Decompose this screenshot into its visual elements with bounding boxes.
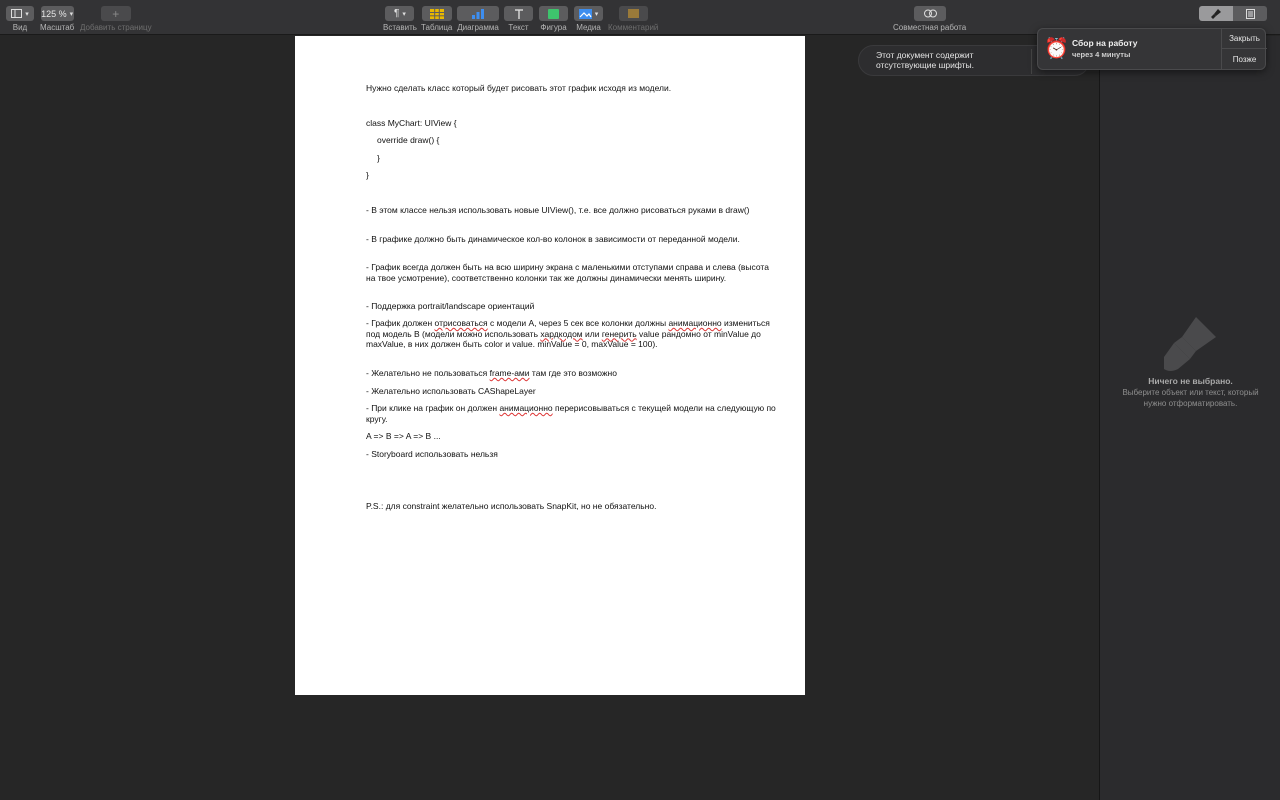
collaborate-control[interactable]: Совместная работа (893, 6, 966, 32)
media-label: Медиа (576, 23, 601, 32)
table-icon (429, 8, 444, 19)
notification-actions: Закрыть Позже (1221, 29, 1267, 69)
add-page-label: Добавить страницу (80, 23, 152, 32)
tab-format[interactable] (1199, 6, 1233, 21)
image-icon (578, 8, 592, 19)
comment-icon (627, 9, 639, 18)
text-run: с модели А, через 5 сек все колонки долж… (487, 318, 669, 328)
media-control[interactable]: ▾ Медиа (574, 6, 603, 32)
chevron-down-icon: ▾ (402, 10, 406, 18)
zoom-label: Масштаб (40, 23, 75, 32)
chart-button[interactable] (457, 6, 499, 21)
paintbrush-icon (1164, 317, 1216, 371)
table-button[interactable] (421, 6, 452, 21)
later-button[interactable]: Позже (1222, 49, 1267, 69)
reminder-notification[interactable]: ⏰ Сбор на работу через 4 минуты Закрыть … (1037, 28, 1267, 70)
misspelled-word[interactable]: анимационно (668, 318, 721, 328)
paragraph: - Storyboard использовать нельзя (366, 449, 498, 459)
misspelled-word[interactable]: хардкодом (540, 329, 582, 339)
paragraph: - При клике на график он должен анимацио… (366, 403, 776, 424)
text-run: - Желательно не пользоваться (366, 368, 490, 378)
chevron-down-icon: ▾ (594, 10, 599, 18)
collaborate-icon (923, 9, 937, 18)
tab-document[interactable] (1233, 6, 1267, 21)
paragraph: - В этом классе нельзя использовать новы… (366, 205, 750, 215)
alarm-clock-icon: ⏰ (1044, 38, 1069, 60)
paragraph-intro: Нужно сделать класс который будет рисова… (366, 83, 672, 93)
comment-control[interactable]: Комментарий (608, 6, 658, 32)
add-page-control[interactable]: + Добавить страницу (80, 6, 152, 32)
view-control[interactable]: ▾ Вид (6, 6, 34, 32)
text-label: Текст (508, 23, 529, 32)
chart-control[interactable]: Диаграмма (457, 6, 499, 32)
notification-subtitle: через 4 минуты (1072, 50, 1131, 59)
insert-label: Вставить (383, 23, 417, 32)
misspelled-word[interactable]: отрисоваться (435, 318, 488, 328)
chart-icon (472, 8, 484, 19)
misspelled-word[interactable]: frame-ами (490, 368, 530, 378)
document-page[interactable]: Нужно сделать класс который будет рисова… (295, 36, 805, 695)
misspelled-word[interactable]: анимационно (499, 403, 552, 413)
collaborate-label: Совместная работа (893, 23, 967, 32)
insert-button[interactable]: ¶ ▾ (385, 6, 415, 21)
collaborate-button[interactable] (913, 6, 946, 21)
plus-icon: + (112, 6, 120, 21)
paragraph: - Желательно использовать CAShapeLayer (366, 386, 536, 396)
chevron-down-icon: ▾ (25, 10, 29, 18)
media-button[interactable]: ▾ (574, 6, 603, 21)
shape-control[interactable]: Фигура (539, 6, 568, 32)
close-button[interactable]: Закрыть (1222, 29, 1267, 49)
code-line: override draw() { (377, 135, 440, 145)
view-label: Вид (12, 23, 28, 32)
table-label: Таблица (421, 23, 453, 32)
text-box-icon (514, 8, 523, 19)
add-page-button[interactable]: + (100, 6, 131, 21)
zoom-select[interactable]: 125 % ▾ (40, 6, 74, 21)
zoom-value: 125 % (41, 8, 67, 19)
text-run: - График должен (366, 318, 435, 328)
paragraph: - В графике должно быть динамическое кол… (366, 234, 740, 244)
text-run: - При клике на график он должен (366, 403, 500, 413)
text-control[interactable]: Текст (504, 6, 533, 32)
text-run: или (582, 328, 602, 339)
shape-label: Фигура (540, 23, 567, 32)
sidebar-icon (11, 9, 23, 18)
empty-selection-hint: Выберите объект или текст, который нужно… (1122, 388, 1259, 408)
paragraph-icon: ¶ (394, 8, 400, 19)
document-icon (1245, 8, 1255, 19)
paragraph: A => B => A => B ... (366, 431, 441, 441)
paragraph: - График всегда должен быть на всю ширин… (366, 262, 769, 283)
format-inspector: Ничего не выбрано. Выберите объект или т… (1099, 36, 1280, 800)
code-line: } (366, 170, 369, 180)
text-button[interactable] (504, 6, 533, 21)
chart-label: Диаграмма (457, 23, 499, 32)
table-control[interactable]: Таблица (421, 6, 452, 32)
misspelled-word[interactable]: генерить (602, 329, 637, 339)
notification-title: Сбор на работу (1072, 38, 1138, 48)
text-run: там где это возможно (529, 368, 617, 378)
comment-label: Комментарий (608, 23, 659, 32)
paragraph: - Поддержка portrait/landscape ориентаци… (366, 301, 535, 311)
alert-text: Этот документ содержит отсутствующие шри… (876, 50, 975, 70)
chevron-down-icon: ▾ (69, 10, 74, 18)
alert-divider (1031, 49, 1032, 74)
view-button[interactable]: ▾ (6, 6, 34, 21)
paintbrush-icon (1211, 8, 1221, 19)
code-line: class MyChart: UIView { (366, 118, 457, 128)
insert-control[interactable]: ¶ ▾ Вставить (383, 6, 417, 32)
zoom-control[interactable]: 125 % ▾ Масштаб (40, 6, 74, 32)
shape-icon (548, 8, 559, 19)
shape-button[interactable] (539, 6, 568, 21)
paragraph-ps: P.S.: для constraint желательно использо… (366, 501, 657, 511)
paragraph: - График должен отрисоваться с модели А,… (366, 318, 776, 350)
inspector-tabs (1199, 6, 1267, 21)
empty-selection-title: Ничего не выбрано. (1148, 376, 1233, 386)
comment-button[interactable] (618, 6, 648, 21)
code-line: } (377, 153, 380, 163)
paragraph: - Желательно не пользоваться frame-ами т… (366, 368, 776, 379)
